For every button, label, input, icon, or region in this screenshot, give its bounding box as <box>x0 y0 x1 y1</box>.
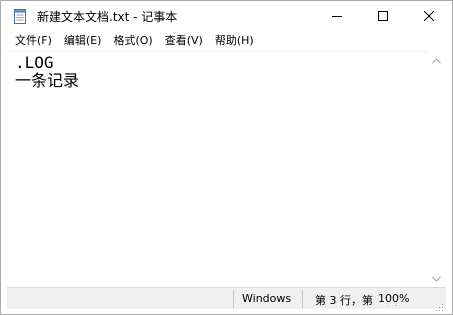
status-zoom: 100% <box>377 292 410 305</box>
status-divider <box>233 290 234 308</box>
maximize-button[interactable] <box>360 1 406 31</box>
minimize-icon <box>332 16 342 17</box>
title-bar[interactable]: 新建文本文档.txt - 记事本 <box>1 1 452 31</box>
menu-edit[interactable]: 编辑(E) <box>58 31 108 51</box>
editor-content[interactable]: .LOG 一条记录 <box>15 54 79 90</box>
chevron-down-icon <box>432 276 441 282</box>
status-divider <box>302 290 303 308</box>
menu-help[interactable]: 帮助(H) <box>209 31 260 51</box>
status-bar: Windows 第 3 行，第 1 列 100% <box>7 287 446 311</box>
close-icon <box>424 11 434 21</box>
menu-view[interactable]: 查看(V) <box>159 31 209 51</box>
chevron-up-icon <box>432 57 441 63</box>
notepad-window: 新建文本文档.txt - 记事本 文件(F) 编辑(E) 格式(O) 查看(V)… <box>0 0 453 315</box>
menu-format[interactable]: 格式(O) <box>107 31 158 51</box>
minimize-button[interactable] <box>314 1 360 31</box>
resize-grip-icon[interactable] <box>434 297 444 311</box>
scroll-down-button[interactable] <box>428 270 445 287</box>
menu-file[interactable]: 文件(F) <box>9 31 58 51</box>
vertical-scrollbar[interactable] <box>428 52 445 287</box>
scroll-up-button[interactable] <box>428 52 445 69</box>
notepad-icon <box>14 9 27 24</box>
menu-bar: 文件(F) 编辑(E) 格式(O) 查看(V) 帮助(H) <box>1 31 452 51</box>
close-button[interactable] <box>406 1 452 31</box>
text-editor[interactable]: .LOG 一条记录 <box>7 51 427 288</box>
status-line-ending: Windows <box>242 292 292 305</box>
maximize-icon <box>378 11 388 21</box>
window-title: 新建文本文档.txt - 记事本 <box>37 10 178 24</box>
